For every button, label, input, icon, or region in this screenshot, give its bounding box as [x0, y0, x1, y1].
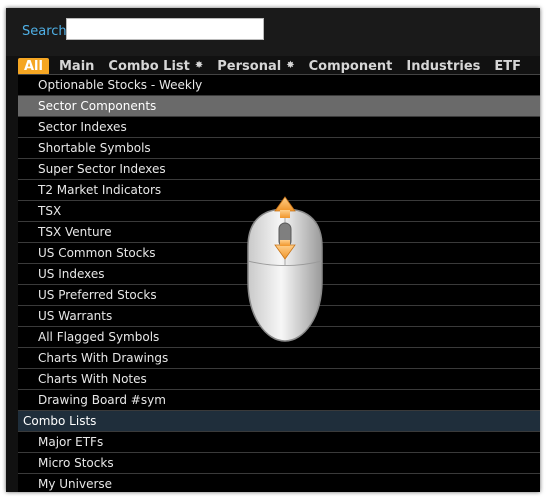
list-item[interactable]: Shortable Symbols [18, 138, 540, 159]
tab-combo-list-label: Combo List [108, 58, 190, 74]
list-item[interactable]: Optionable Stocks - Weekly [18, 75, 540, 96]
list-item[interactable]: Drawing Board #sym [18, 390, 540, 411]
list-item[interactable]: My Universe [18, 474, 540, 492]
search-input[interactable] [66, 18, 264, 40]
list-item[interactable]: Charts With Drawings [18, 348, 540, 369]
tab-etf[interactable]: ETF [494, 59, 521, 74]
section-header-combo-lists[interactable]: Combo Lists [18, 411, 540, 432]
list-item[interactable]: Super Sector Indexes [18, 159, 540, 180]
search-bar: Search [6, 8, 540, 56]
tab-component[interactable]: Component [309, 59, 393, 74]
list-item[interactable]: Charts With Notes [18, 369, 540, 390]
tab-main[interactable]: Main [59, 59, 94, 74]
star-icon: ✸ [194, 59, 204, 71]
star-icon: ✸ [286, 59, 295, 71]
tab-combo-list[interactable]: Combo List ✸ [108, 59, 203, 74]
tab-personal-label: Personal [217, 58, 282, 74]
tab-all[interactable]: All [18, 57, 49, 75]
list-item[interactable]: Micro Stocks [18, 453, 540, 474]
list-item-selected[interactable]: Sector Components [18, 96, 540, 117]
search-label: Search [22, 24, 67, 39]
watchlist-panel: Search All Main Combo List ✸ Personal ✸ Co… [6, 8, 540, 492]
list-item[interactable]: Major ETFs [18, 432, 540, 453]
tab-industries[interactable]: Industries [406, 59, 480, 74]
scroll-mouse-icon [247, 196, 323, 342]
list-item[interactable]: Sector Indexes [18, 117, 540, 138]
tab-bar: All Main Combo List ✸ Personal ✸ Component… [18, 56, 535, 76]
tab-personal[interactable]: Personal ✸ [217, 59, 294, 74]
